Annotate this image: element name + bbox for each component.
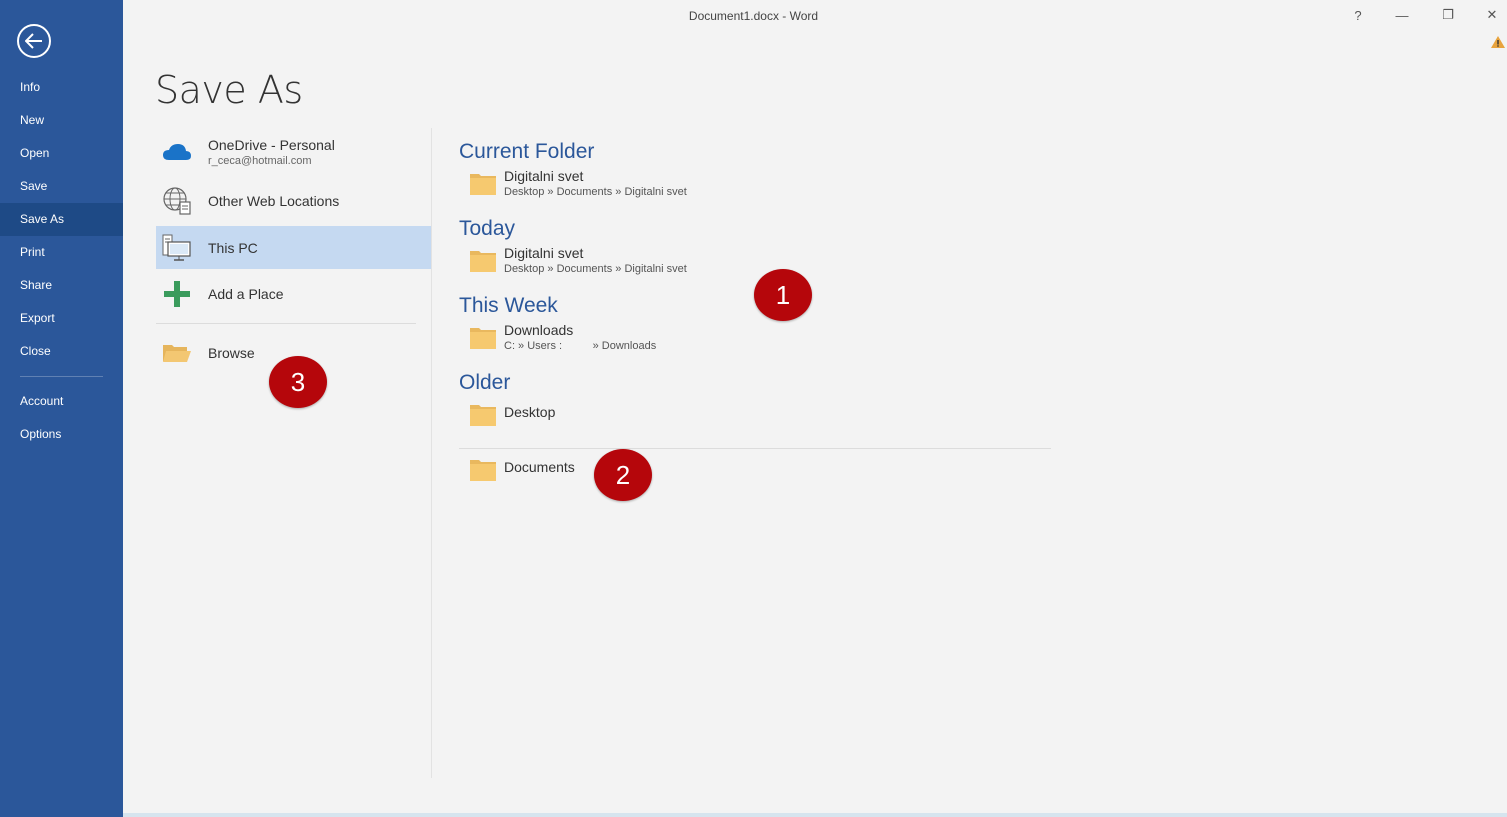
onedrive-cloud-icon	[162, 137, 192, 167]
page-title: Save As	[155, 68, 303, 112]
backstage-sidebar: Info New Open Save Save As Print Share E…	[0, 0, 123, 817]
nav-account[interactable]: Account	[0, 385, 123, 418]
folder-item[interactable]: Digitalni svet Desktop » Documents » Dig…	[459, 167, 1051, 215]
save-locations: OneDrive - Personal r_ceca@hotmail.com O…	[156, 128, 432, 368]
callout-badge-1: 1	[754, 269, 812, 321]
folder-open-icon	[162, 338, 192, 368]
folder-icon	[470, 405, 496, 426]
folder-name: Digitalni svet	[504, 245, 584, 261]
location-name: Other Web Locations	[208, 193, 340, 209]
location-name: Add a Place	[208, 286, 284, 302]
folder-item[interactable]: Downloads C: » Users : » Downloads	[459, 321, 1051, 369]
folder-divider	[459, 448, 1051, 449]
folder-icon	[470, 251, 496, 272]
section-heading-today: Today	[459, 217, 516, 240]
backstage-nav: Info New Open Save Save As Print Share E…	[0, 71, 123, 451]
restore-button[interactable]: ❐	[1433, 4, 1463, 26]
nav-share[interactable]: Share	[0, 269, 123, 302]
column-divider	[431, 128, 432, 778]
window-title: Document1.docx - Word	[688, 9, 819, 23]
nav-print[interactable]: Print	[0, 236, 123, 269]
folder-name: Downloads	[504, 322, 574, 338]
folder-item[interactable]: Desktop	[459, 398, 1051, 444]
callout-badge-3: 3	[269, 356, 327, 408]
location-this-pc[interactable]: This PC	[156, 226, 432, 269]
folder-path: C: » Users : » Downloads	[504, 340, 657, 352]
plus-icon	[162, 279, 192, 309]
location-onedrive[interactable]: OneDrive - Personal r_ceca@hotmail.com	[156, 128, 432, 176]
folder-name: Documents	[504, 459, 575, 475]
locations-divider	[156, 323, 416, 324]
globe-icon	[162, 186, 192, 216]
nav-divider	[20, 376, 103, 377]
folder-item[interactable]: Documents	[459, 453, 1051, 501]
folder-name: Digitalni svet	[504, 168, 584, 184]
folder-path: Desktop » Documents » Digitalni svet	[504, 186, 687, 198]
close-button[interactable]: ✕	[1477, 4, 1507, 26]
warning-icon[interactable]	[1491, 36, 1505, 48]
location-name: This PC	[208, 239, 258, 256]
folder-name: Desktop	[504, 404, 556, 420]
nav-export[interactable]: Export	[0, 302, 123, 335]
back-arrow-icon[interactable]	[17, 24, 51, 58]
location-account: r_ceca@hotmail.com	[208, 155, 312, 167]
location-name: OneDrive - Personal	[208, 137, 335, 153]
section-heading-current-folder: Current Folder	[459, 140, 595, 163]
recent-folders: Current Folder Digitalni svet Desktop » …	[459, 138, 1051, 501]
folder-icon	[470, 328, 496, 349]
callout-badge-2: 2	[594, 449, 652, 501]
nav-save[interactable]: Save	[0, 170, 123, 203]
help-button[interactable]: ?	[1343, 4, 1373, 26]
nav-new[interactable]: New	[0, 104, 123, 137]
nav-info[interactable]: Info	[0, 71, 123, 104]
nav-open[interactable]: Open	[0, 137, 123, 170]
location-add-place[interactable]: Add a Place	[156, 269, 432, 319]
location-other-web[interactable]: Other Web Locations	[156, 176, 432, 226]
folder-icon	[470, 460, 496, 481]
section-heading-older: Older	[459, 371, 511, 394]
location-name: Browse	[208, 345, 255, 361]
folder-icon	[470, 174, 496, 195]
computer-icon	[162, 233, 192, 263]
minimize-button[interactable]: —	[1387, 4, 1417, 26]
nav-close[interactable]: Close	[0, 335, 123, 368]
status-strip	[123, 813, 1507, 817]
nav-save-as[interactable]: Save As	[0, 203, 123, 236]
folder-path: Desktop » Documents » Digitalni svet	[504, 263, 687, 275]
nav-options[interactable]: Options	[0, 418, 123, 451]
